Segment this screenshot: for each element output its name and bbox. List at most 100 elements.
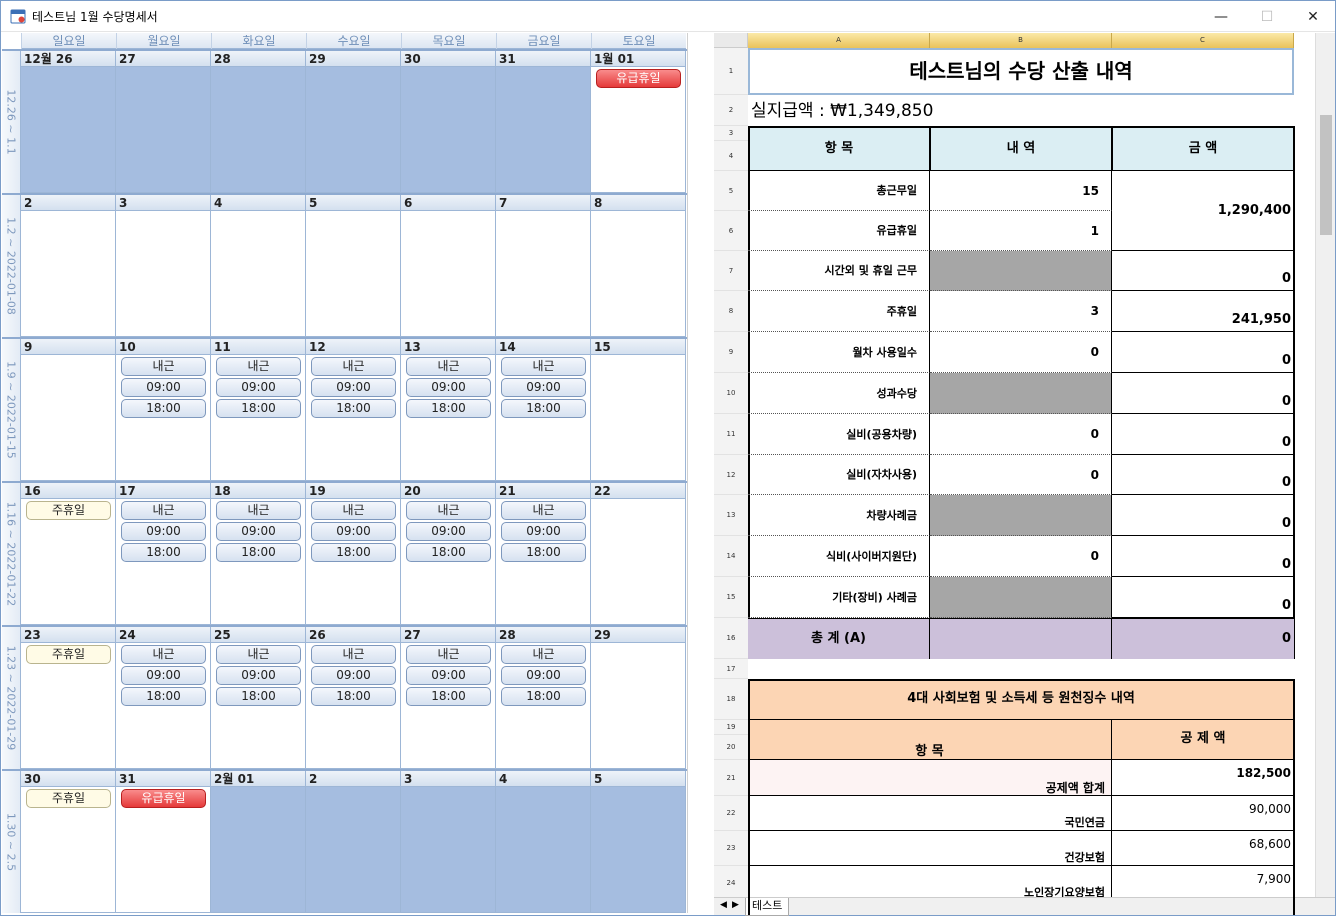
day-cell[interactable]: 22 (591, 483, 686, 625)
item-amount[interactable]: 0 (1112, 373, 1294, 414)
day-cell[interactable]: 7 (496, 195, 591, 337)
schedule-item[interactable]: 09:00 (216, 522, 301, 541)
day-cell[interactable]: 15 (591, 339, 686, 481)
item-amount[interactable]: 0 (1112, 414, 1294, 455)
row-header[interactable]: 5 (714, 171, 748, 211)
schedule-item[interactable]: 내근 (311, 501, 396, 520)
schedule-item[interactable]: 18:00 (406, 543, 491, 562)
schedule-item[interactable]: 18:00 (501, 687, 586, 706)
day-cell[interactable]: 2 (21, 195, 116, 337)
deduction-item-header[interactable]: 항 목 (748, 720, 1112, 760)
day-cell[interactable]: 27 내근 09:00 18:00 (401, 627, 496, 769)
schedule-item[interactable]: 내근 (406, 501, 491, 520)
day-cell[interactable]: 4 (496, 771, 591, 913)
row-header[interactable]: 7 (714, 251, 748, 291)
item-detail[interactable]: 1 (930, 211, 1112, 251)
schedule-item[interactable]: 09:00 (121, 378, 206, 397)
row-header[interactable]: 22 (714, 796, 748, 831)
schedule-item[interactable]: 주휴일 (26, 501, 111, 520)
day-cell[interactable]: 23 주휴일 (21, 627, 116, 769)
schedule-item[interactable]: 주휴일 (26, 789, 111, 808)
deduction-amount-header[interactable]: 공 제 액 (1112, 720, 1294, 760)
deduction-title[interactable]: 4대 사회보험 및 소득세 등 원천징수 내역 (748, 679, 1294, 720)
row-header[interactable]: 10 (714, 373, 748, 414)
day-cell[interactable]: 31 유급휴일 (116, 771, 211, 913)
item-label[interactable]: 기타(장비) 사례금 (748, 577, 930, 618)
schedule-item[interactable]: 18:00 (406, 687, 491, 706)
deduction-label[interactable]: 국민연금 (748, 796, 1112, 831)
total-detail[interactable] (930, 618, 1112, 659)
schedule-item[interactable]: 18:00 (216, 543, 301, 562)
row-header[interactable]: 1 (714, 48, 748, 95)
day-cell[interactable]: 5 (306, 195, 401, 337)
tab-nav-left-icon[interactable]: ◀ (720, 900, 727, 910)
day-cell[interactable]: 21 내근 09:00 18:00 (496, 483, 591, 625)
item-detail[interactable] (930, 577, 1112, 618)
schedule-item[interactable]: 18:00 (501, 399, 586, 418)
item-detail[interactable]: 0 (930, 536, 1112, 577)
item-detail[interactable]: 0 (930, 414, 1112, 455)
row-header[interactable]: 8 (714, 291, 748, 332)
day-cell[interactable]: 30 주휴일 (21, 771, 116, 913)
row-header[interactable]: 13 (714, 495, 748, 536)
select-all-corner[interactable] (714, 33, 748, 48)
day-cell[interactable]: 29 (591, 627, 686, 769)
column-header[interactable]: C (1112, 33, 1294, 48)
item-detail[interactable]: 0 (930, 332, 1112, 373)
schedule-item[interactable]: 09:00 (311, 666, 396, 685)
deduction-label[interactable]: 공제액 합계 (748, 760, 1112, 796)
pane-splitter[interactable] (687, 33, 714, 913)
schedule-item[interactable]: 내근 (311, 357, 396, 376)
schedule-item[interactable]: 18:00 (121, 399, 206, 418)
schedule-item[interactable]: 내근 (121, 645, 206, 664)
schedule-item[interactable]: 유급휴일 (121, 789, 206, 808)
deduction-label[interactable]: 노인장기요양보험 (748, 866, 1112, 901)
row-header[interactable]: 14 (714, 536, 748, 577)
row-header[interactable]: 20 (714, 735, 748, 760)
day-cell[interactable]: 13 내근 09:00 18:00 (401, 339, 496, 481)
sheet-tab[interactable]: 테스트 (745, 898, 790, 916)
item-label[interactable]: 실비(자차사용) (748, 455, 930, 495)
schedule-item[interactable]: 내근 (406, 357, 491, 376)
schedule-item[interactable]: 18:00 (216, 399, 301, 418)
schedule-item[interactable]: 18:00 (406, 399, 491, 418)
day-cell[interactable]: 28 내근 09:00 18:00 (496, 627, 591, 769)
row-header[interactable]: 24 (714, 866, 748, 901)
item-detail[interactable]: 3 (930, 291, 1112, 332)
schedule-item[interactable]: 내근 (501, 357, 586, 376)
merged-amount[interactable]: 1,290,400 (1112, 171, 1294, 251)
schedule-item[interactable]: 내근 (216, 501, 301, 520)
row-header[interactable]: 12 (714, 455, 748, 495)
schedule-item[interactable]: 주휴일 (26, 645, 111, 664)
header-detail[interactable]: 내 역 (930, 126, 1112, 171)
schedule-item[interactable]: 18:00 (501, 543, 586, 562)
schedule-item[interactable]: 09:00 (121, 522, 206, 541)
item-amount[interactable]: 0 (1112, 332, 1294, 373)
day-cell[interactable]: 8 (591, 195, 686, 337)
item-detail[interactable]: 15 (930, 171, 1112, 211)
day-cell[interactable]: 25 내근 09:00 18:00 (211, 627, 306, 769)
item-amount[interactable]: 0 (1112, 577, 1294, 618)
schedule-item[interactable]: 18:00 (121, 687, 206, 706)
item-label[interactable]: 식비(사이버지원단) (748, 536, 930, 577)
day-cell[interactable]: 30 (401, 51, 496, 193)
row-header[interactable]: 6 (714, 211, 748, 251)
day-cell[interactable]: 14 내근 09:00 18:00 (496, 339, 591, 481)
item-detail[interactable] (930, 251, 1112, 291)
day-cell[interactable]: 18 내근 09:00 18:00 (211, 483, 306, 625)
close-button[interactable]: ✕ (1290, 1, 1336, 32)
item-detail[interactable] (930, 373, 1112, 414)
schedule-item[interactable]: 09:00 (311, 522, 396, 541)
day-cell[interactable]: 24 내근 09:00 18:00 (116, 627, 211, 769)
schedule-item[interactable]: 09:00 (501, 378, 586, 397)
day-cell[interactable]: 5 (591, 771, 686, 913)
day-cell[interactable]: 26 내근 09:00 18:00 (306, 627, 401, 769)
day-cell[interactable]: 27 (116, 51, 211, 193)
schedule-item[interactable]: 내근 (216, 645, 301, 664)
schedule-item[interactable]: 09:00 (406, 666, 491, 685)
schedule-item[interactable]: 09:00 (121, 666, 206, 685)
item-label[interactable]: 성과수당 (748, 373, 930, 414)
row-header[interactable]: 2 (714, 95, 748, 126)
schedule-item[interactable]: 09:00 (216, 378, 301, 397)
day-cell[interactable]: 4 (211, 195, 306, 337)
